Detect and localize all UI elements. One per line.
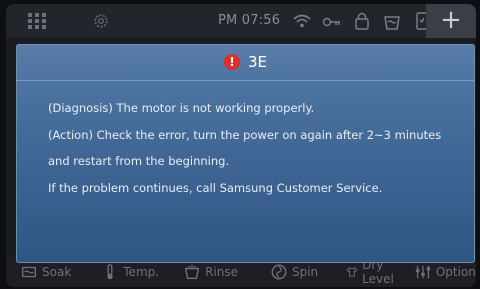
error-alert-icon: ! — [223, 54, 240, 70]
gear-icon[interactable] — [92, 12, 110, 30]
apps-grid-icon[interactable] — [28, 13, 46, 29]
menu-label-spin: Spin — [291, 265, 319, 279]
menu-label-soak: Soak — [42, 265, 72, 279]
key-lock-icon — [322, 17, 340, 27]
menu-label-temp: Temp. — [123, 265, 160, 279]
action-text: (Action) Check the error, turn the power… — [48, 127, 442, 142]
menu-label-options: Options — [435, 265, 476, 279]
menu-label-rinse: Rinse — [205, 265, 238, 279]
support-text: If the problem continues, call Samsung C… — [48, 180, 383, 195]
add-button[interactable]: + — [426, 4, 476, 38]
soak-icon — [22, 266, 36, 278]
error-dialog: ! 3E (Diagnosis) The motor is not workin… — [16, 44, 475, 263]
child-lock-icon — [355, 12, 369, 30]
dialog-header: ! 3E — [16, 44, 475, 81]
dialog-message: (Diagnosis) The motor is not working pro… — [16, 81, 475, 201]
wifi-icon — [293, 14, 311, 28]
clock-time: PM 07:56 — [218, 13, 281, 28]
thermometer-icon — [107, 264, 113, 280]
shirt-icon — [346, 267, 358, 277]
rinse-icon — [184, 264, 200, 279]
error-code: 3E — [247, 53, 268, 71]
device-screen: PM 07:56 + Soak Temp. Rinse Spin Dry Lev… — [6, 4, 476, 287]
diagnosis-text: (Diagnosis) The motor is not working pro… — [48, 101, 315, 115]
action-text-continued: and restart from the beginning. — [48, 154, 230, 168]
options-icon — [415, 265, 431, 279]
spin-icon — [271, 264, 287, 280]
detergent-icon — [384, 16, 400, 30]
status-bar: PM 07:56 + — [6, 4, 476, 38]
